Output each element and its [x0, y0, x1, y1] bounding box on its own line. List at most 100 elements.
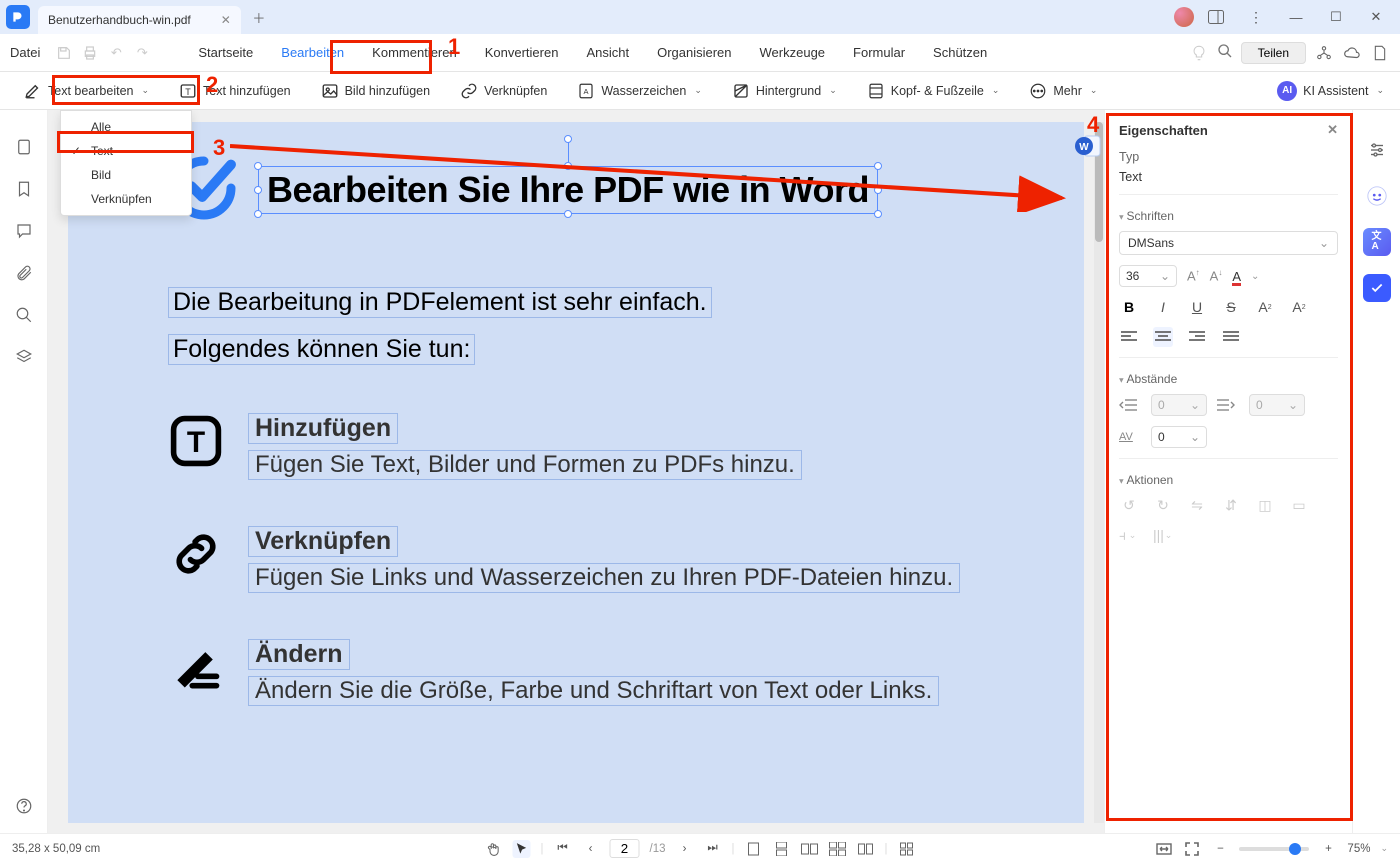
menu-protect[interactable]: Schützen [921, 39, 999, 66]
align-objects-icon[interactable]: ⫞ ⌄ [1119, 525, 1139, 545]
letter-spacing-input[interactable]: 0⌄ [1151, 426, 1207, 448]
indent-left-input[interactable]: 0⌄ [1151, 394, 1207, 416]
align-center-icon[interactable] [1153, 327, 1173, 347]
align-left-icon[interactable] [1119, 327, 1139, 347]
feature-title-2[interactable]: Ändern [248, 639, 350, 670]
app-logo[interactable] [6, 5, 30, 29]
menu-edit[interactable]: Bearbeiten [269, 39, 356, 66]
vertical-scrollbar[interactable] [1094, 122, 1104, 823]
rotate-right-icon[interactable]: ↻ [1153, 495, 1173, 515]
fullscreen-icon[interactable] [1183, 840, 1201, 858]
user-avatar[interactable] [1174, 7, 1194, 27]
add-text-button[interactable]: T Text hinzufügen [173, 78, 297, 104]
dropdown-text[interactable]: Text [61, 139, 191, 163]
help-icon[interactable] [13, 795, 35, 817]
background-button[interactable]: Hintergrund⌄ [726, 78, 843, 104]
flip-vertical-icon[interactable]: ⇵ [1221, 495, 1241, 515]
feature-desc-2[interactable]: Ändern Sie die Größe, Farbe und Schrifta… [248, 676, 939, 706]
sliders-icon[interactable] [1363, 136, 1391, 164]
search-icon[interactable] [1217, 43, 1233, 62]
translate-icon[interactable]: 文A [1363, 228, 1391, 256]
last-page-icon[interactable]: ⏭ [704, 840, 722, 858]
increase-font-icon[interactable]: A↑ [1187, 268, 1200, 283]
feature-desc-0[interactable]: Fügen Sie Text, Bilder und Formen zu PDF… [248, 450, 802, 480]
font-size-input[interactable]: 36⌄ [1119, 265, 1177, 287]
continuous-icon[interactable] [773, 840, 791, 858]
font-family-select[interactable]: DMSans⌄ [1119, 231, 1338, 255]
decrease-font-icon[interactable]: A↓ [1210, 268, 1223, 283]
dropdown-image[interactable]: Bild [61, 163, 191, 187]
superscript-icon[interactable]: A2 [1255, 297, 1275, 317]
rearrange-icon[interactable] [898, 840, 916, 858]
save-icon[interactable] [54, 43, 74, 63]
redo-icon[interactable]: ↷ [132, 43, 152, 63]
file-menu[interactable]: Datei [10, 45, 40, 60]
intro-text-2[interactable]: Folgendes können Sie tun: [168, 334, 475, 365]
menu-organize[interactable]: Organisieren [645, 39, 743, 66]
first-page-icon[interactable]: ⏮ [554, 840, 572, 858]
comments-icon[interactable] [13, 220, 35, 242]
panels-icon[interactable] [1198, 3, 1234, 31]
font-color-icon[interactable]: A [1232, 269, 1241, 284]
attachments-icon[interactable] [13, 262, 35, 284]
page-number-input[interactable] [610, 839, 640, 858]
sitemap-icon[interactable] [1314, 43, 1334, 63]
two-continuous-icon[interactable] [829, 840, 847, 858]
indent-right-input[interactable]: 0⌄ [1249, 394, 1305, 416]
lightbulb-icon[interactable] [1189, 43, 1209, 63]
menu-view[interactable]: Ansicht [574, 39, 641, 66]
more-options-icon[interactable] [1238, 3, 1274, 31]
dropdown-link[interactable]: Verknüpfen [61, 187, 191, 211]
subscript-icon[interactable]: A2 [1289, 297, 1309, 317]
close-window-button[interactable]: ✕ [1358, 3, 1394, 31]
more-button[interactable]: Mehr⌄ [1023, 78, 1103, 104]
menu-form[interactable]: Formular [841, 39, 917, 66]
menu-convert[interactable]: Konvertieren [473, 39, 571, 66]
menu-start[interactable]: Startseite [186, 39, 265, 66]
fit-width-icon[interactable] [1155, 840, 1173, 858]
feature-title-0[interactable]: Hinzufügen [248, 413, 398, 444]
italic-icon[interactable]: I [1153, 297, 1173, 317]
search-panel-icon[interactable] [13, 304, 35, 326]
single-page-icon[interactable] [745, 840, 763, 858]
document-icon[interactable] [1370, 43, 1390, 63]
share-button[interactable]: Teilen [1241, 42, 1306, 64]
intro-text-1[interactable]: Die Bearbeitung in PDFelement ist sehr e… [168, 287, 712, 318]
hand-tool-icon[interactable] [485, 840, 503, 858]
feature-desc-1[interactable]: Fügen Sie Links und Wasserzeichen zu Ihr… [248, 563, 960, 593]
strikethrough-icon[interactable]: S [1221, 297, 1241, 317]
heading-text-selection[interactable]: Bearbeiten Sie Ihre PDF wie in Word [258, 166, 878, 214]
edit-text-button[interactable]: Text bearbeiten ⌄ [18, 78, 155, 104]
chatbot-icon[interactable] [1363, 182, 1391, 210]
prev-page-icon[interactable]: ‹ [582, 840, 600, 858]
undo-icon[interactable]: ↶ [106, 43, 126, 63]
zoom-out-icon[interactable]: − [1211, 840, 1229, 858]
header-footer-button[interactable]: Kopf- & Fußzeile⌄ [861, 78, 1006, 104]
new-tab-button[interactable]: ＋ [247, 5, 271, 29]
align-justify-icon[interactable] [1221, 327, 1241, 347]
thumbnails-icon[interactable] [13, 136, 35, 158]
watermark-button[interactable]: A Wasserzeichen⌄ [571, 78, 708, 104]
two-page-icon[interactable] [801, 840, 819, 858]
ki-assistant-button[interactable]: AI KI Assistent⌄ [1271, 77, 1390, 105]
layers-icon[interactable] [13, 346, 35, 368]
distribute-icon[interactable]: ||| ⌄ [1153, 525, 1173, 545]
feature-title-1[interactable]: Verknüpfen [248, 526, 398, 557]
menu-tools[interactable]: Werkzeuge [748, 39, 838, 66]
cloud-icon[interactable] [1342, 43, 1362, 63]
minimize-button[interactable]: — [1278, 3, 1314, 31]
rotate-left-icon[interactable]: ↺ [1119, 495, 1139, 515]
bold-icon[interactable]: B [1119, 297, 1139, 317]
pdf-page[interactable]: Bearbeiten Sie Ihre PDF wie in Word Die … [68, 122, 1084, 823]
close-panel-icon[interactable]: ✕ [1327, 122, 1338, 138]
document-tab[interactable]: Benutzerhandbuch-win.pdf ✕ [38, 6, 241, 34]
underline-icon[interactable]: U [1187, 297, 1207, 317]
align-right-icon[interactable] [1187, 327, 1207, 347]
crop-icon[interactable]: ◫ [1255, 495, 1275, 515]
select-tool-icon[interactable] [513, 840, 531, 858]
close-tab-icon[interactable]: ✕ [221, 13, 231, 27]
maximize-button[interactable]: ☐ [1318, 3, 1354, 31]
ai-check-icon[interactable] [1363, 274, 1391, 302]
print-icon[interactable] [80, 43, 100, 63]
next-page-icon[interactable]: › [676, 840, 694, 858]
